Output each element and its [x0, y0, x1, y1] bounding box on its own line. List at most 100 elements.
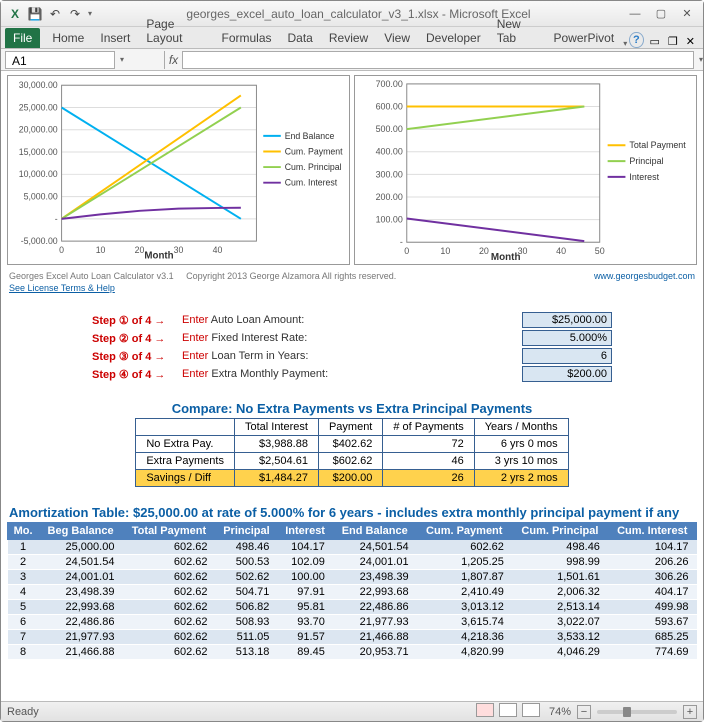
tab-view[interactable]: View — [376, 28, 418, 48]
compare-cell: 26 — [383, 470, 474, 487]
amort-cell: 4,820.99 — [417, 645, 512, 660]
minimize-ribbon-icon[interactable]: ▭ — [650, 35, 660, 48]
amort-cell: 511.05 — [216, 630, 278, 645]
step-input-cell[interactable]: $25,000.00 — [522, 312, 612, 328]
step-input-cell[interactable]: 6 — [522, 348, 612, 364]
chart-cumulative[interactable]: -5,000.00-5,000.0010,000.0015,000.0020,0… — [7, 75, 350, 265]
site-link[interactable]: www.georgesbudget.com — [594, 271, 695, 281]
amort-cell: 22,486.86 — [39, 615, 123, 630]
compare-cell: $2,504.61 — [234, 453, 318, 470]
tab-new-tab[interactable]: New Tab — [489, 14, 546, 48]
amort-cell: 504.71 — [216, 585, 278, 600]
amortization-title: Amortization Table: $25,000.00 at rate o… — [9, 505, 695, 520]
worksheet-area[interactable]: -5,000.00-5,000.0010,000.0015,000.0020,0… — [1, 71, 703, 701]
amort-cell: 25,000.00 — [39, 540, 123, 555]
close-button[interactable]: ✕ — [677, 7, 697, 21]
zoom-level[interactable]: 74% — [549, 706, 571, 718]
amortization-table: Mo.Beg BalanceTotal PaymentPrincipalInte… — [7, 522, 697, 660]
undo-icon[interactable]: ↶ — [47, 6, 63, 22]
amort-cell: 1,501.61 — [512, 570, 608, 585]
step-input-cell[interactable]: $200.00 — [522, 366, 612, 382]
amort-cell: 602.62 — [122, 645, 215, 660]
svg-text:5,000.00: 5,000.00 — [24, 192, 58, 202]
fx-icon[interactable]: fx — [164, 51, 182, 69]
redo-icon[interactable]: ↷ — [67, 6, 83, 22]
zoom-slider-thumb[interactable] — [623, 707, 631, 717]
amort-header: Mo. — [8, 523, 39, 540]
compare-cell: $602.62 — [318, 453, 382, 470]
svg-text:Total Payment: Total Payment — [629, 140, 686, 150]
zoom-slider[interactable] — [597, 710, 677, 714]
compare-header: Years / Months — [474, 419, 568, 436]
tab-powerpivot[interactable]: PowerPivot — [546, 28, 623, 48]
amort-cell: 7 — [8, 630, 39, 645]
svg-text:500.00: 500.00 — [376, 124, 403, 134]
step-field-name: Enter Fixed Interest Rate: — [182, 332, 522, 344]
amort-cell: 104.17 — [277, 540, 332, 555]
amort-cell: 593.67 — [608, 615, 697, 630]
compare-row: Savings / Diff$1,484.27$200.00262 yrs 2 … — [136, 470, 568, 487]
charts-row: -5,000.00-5,000.0010,000.0015,000.0020,0… — [7, 75, 697, 265]
chart-payment-breakdown[interactable]: -100.00200.00300.00400.00500.00600.00700… — [354, 75, 697, 265]
amort-cell: 24,501.54 — [333, 540, 417, 555]
formula-bar-expand-icon[interactable]: ▾ — [699, 55, 703, 64]
restore-window-icon[interactable]: ❐ — [668, 35, 678, 48]
step-field-name: Enter Extra Monthly Payment: — [182, 368, 522, 380]
name-box[interactable]: A1 — [5, 51, 115, 69]
tab-home[interactable]: Home — [44, 28, 92, 48]
amort-cell: 22,486.86 — [333, 600, 417, 615]
amort-cell: 502.62 — [216, 570, 278, 585]
excel-icon[interactable]: X — [7, 6, 23, 22]
amort-row: 821,466.88602.62513.1889.4520,953.714,82… — [8, 645, 697, 660]
normal-view-icon[interactable] — [476, 703, 494, 717]
amort-cell: 23,498.39 — [39, 585, 123, 600]
svg-text:End Balance: End Balance — [285, 131, 335, 141]
amort-cell: 506.82 — [216, 600, 278, 615]
zoom-out-button[interactable]: − — [577, 705, 591, 719]
amort-cell: 100.00 — [277, 570, 332, 585]
tab-page-layout[interactable]: Page Layout — [138, 14, 213, 48]
tab-developer[interactable]: Developer — [418, 28, 489, 48]
view-buttons[interactable] — [475, 703, 541, 720]
amort-cell: 998.99 — [512, 555, 608, 570]
license-link[interactable]: See License Terms & Help — [9, 283, 115, 293]
amort-cell: 306.26 — [608, 570, 697, 585]
svg-text:100.00: 100.00 — [376, 215, 403, 225]
amort-cell: 3,533.12 — [512, 630, 608, 645]
amort-cell: 2 — [8, 555, 39, 570]
status-bar: Ready 74% − + — [1, 701, 703, 721]
amort-cell: 602.62 — [122, 570, 215, 585]
copyright: Copyright 2013 George Alzamora All right… — [186, 271, 396, 281]
amort-cell: 774.69 — [608, 645, 697, 660]
tab-insert[interactable]: Insert — [92, 28, 138, 48]
tab-data[interactable]: Data — [280, 28, 321, 48]
svg-text:Cum. Principal: Cum. Principal — [285, 162, 342, 172]
zoom-in-button[interactable]: + — [683, 705, 697, 719]
compare-cell: $1,484.27 — [234, 470, 318, 487]
step-row: Step ③ of 4 → Enter Loan Term in Years: … — [92, 347, 612, 365]
branding-row: Georges Excel Auto Loan Calculator v3.1 … — [9, 271, 695, 281]
svg-text:200.00: 200.00 — [376, 192, 403, 202]
svg-text:30: 30 — [174, 245, 184, 255]
minimize-button[interactable]: — — [625, 7, 645, 21]
page-layout-view-icon[interactable] — [499, 703, 517, 717]
close-workbook-icon[interactable]: ✕ — [686, 35, 695, 48]
tab-file[interactable]: File — [5, 28, 40, 48]
ribbon-options-icon[interactable]: ▾ — [623, 39, 627, 48]
help-icon[interactable]: ? — [629, 32, 643, 48]
page-break-view-icon[interactable] — [522, 703, 540, 717]
amort-cell: 602.62 — [122, 585, 215, 600]
maximize-button[interactable]: ▢ — [651, 7, 671, 21]
step-input-cell[interactable]: 5.000% — [522, 330, 612, 346]
svg-text:300.00: 300.00 — [376, 169, 403, 179]
svg-text:25,000.00: 25,000.00 — [19, 102, 58, 112]
svg-text:20: 20 — [479, 246, 489, 256]
amort-header: Interest — [277, 523, 332, 540]
formula-input[interactable] — [182, 51, 694, 69]
tab-formulas[interactable]: Formulas — [213, 28, 279, 48]
tab-review[interactable]: Review — [321, 28, 376, 48]
name-box-dropdown-icon[interactable]: ▾ — [120, 55, 124, 64]
compare-header: # of Payments — [383, 419, 474, 436]
save-icon[interactable]: 💾 — [27, 6, 43, 22]
amort-cell: 499.98 — [608, 600, 697, 615]
